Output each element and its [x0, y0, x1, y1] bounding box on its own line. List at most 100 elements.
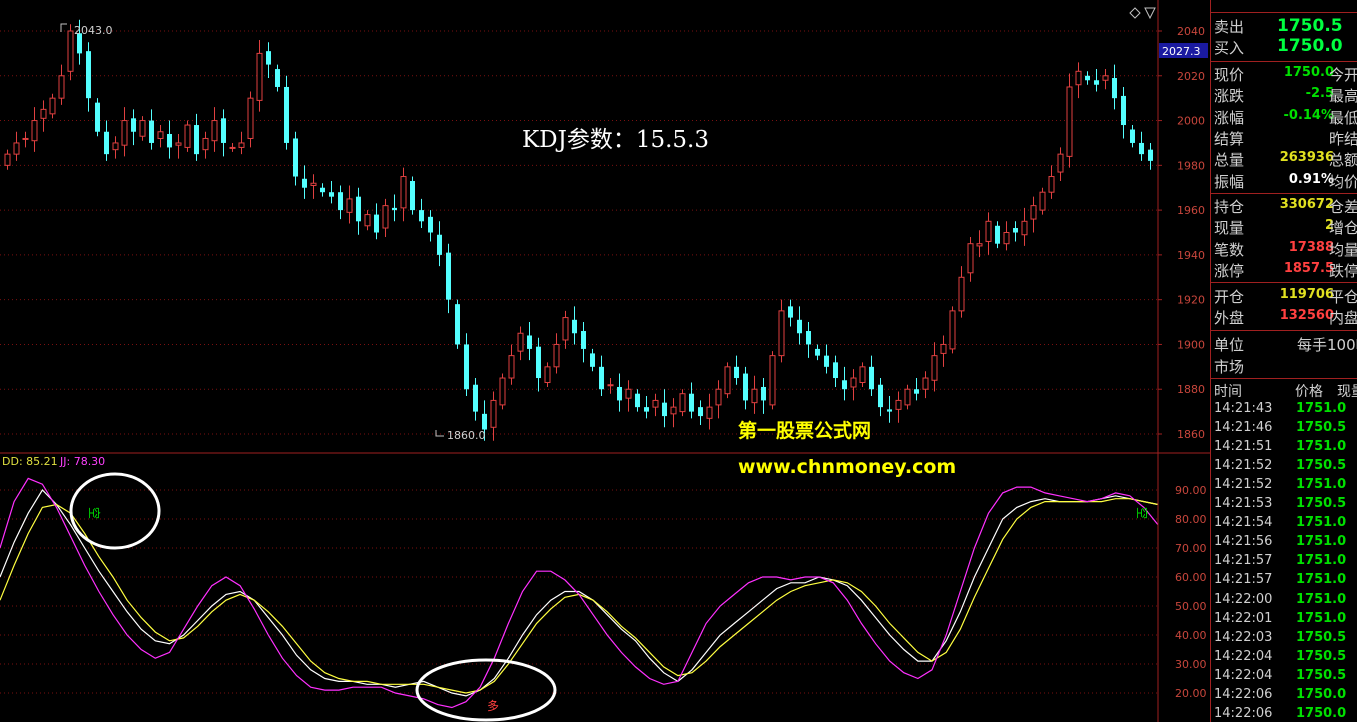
market-row: 市场: [1211, 355, 1357, 376]
unit-value: 每手100吨: [1297, 336, 1357, 354]
kline-chart-area[interactable]: 2040 2020 2000 1980 1960 1940 1920 1900 1880 1860…: [0, 0, 1210, 722]
candle-body-down: [86, 51, 91, 99]
price-tick-label: 1960: [1177, 204, 1205, 217]
tick-time: 14:21:53: [1214, 496, 1273, 512]
candle-body-up: [562, 317, 569, 341]
tick-price: 1750.5: [1296, 458, 1347, 474]
candle-body-up: [778, 310, 785, 357]
candle-body-down: [842, 380, 847, 390]
scroll-down-icon[interactable]: [1144, 7, 1156, 20]
tick-row[interactable]: 14:22:03 1750.5: [1211, 629, 1357, 648]
tick-price: 1750.5: [1296, 667, 1347, 683]
unit-label: 单位: [1214, 336, 1245, 354]
sell-row[interactable]: 卖出 1750.5: [1211, 15, 1357, 36]
quote-row-value: 132560: [1279, 308, 1334, 324]
candle-body-down: [572, 319, 577, 334]
candle-body-up: [985, 220, 992, 242]
quote-row-label: 持仓: [1214, 198, 1245, 216]
tick-row[interactable]: 14:21:54 1751.0: [1211, 514, 1357, 533]
candle-body-down: [284, 86, 289, 143]
short-signal-marker: 空: [87, 507, 101, 519]
panel-separator: [1211, 330, 1357, 331]
candle-body-up: [238, 142, 245, 148]
price-tick-label: 1880: [1177, 383, 1205, 396]
candle-body-down: [446, 252, 451, 300]
tick-row[interactable]: 14:21:57 1751.0: [1211, 571, 1357, 590]
buy-row[interactable]: 买入 1750.0: [1211, 36, 1357, 57]
tick-row[interactable]: 14:22:00 1751.0: [1211, 591, 1357, 610]
candle-body-up: [40, 108, 47, 119]
quote-row-label-secondary: 总额: [1329, 151, 1357, 170]
tick-row[interactable]: 14:21:46 1750.5: [1211, 419, 1357, 438]
tick-time: 14:22:04: [1214, 667, 1273, 683]
quote-row-label-secondary: 均量: [1329, 240, 1357, 259]
quote-row-value: 119706: [1279, 287, 1334, 302]
candle-body-up: [139, 120, 146, 137]
candle-body-down: [815, 348, 820, 356]
tick-row[interactable]: 14:22:06 1750.0: [1211, 705, 1357, 722]
candle-body-down: [95, 102, 100, 132]
low-marker-pointer: [435, 430, 444, 437]
candle-body-up: [1003, 232, 1010, 245]
tick-row[interactable]: 14:21:57 1751.0: [1211, 552, 1357, 571]
candle-body-up: [247, 97, 254, 139]
candlestick-series: [4, 19, 1153, 441]
candle-body-up: [931, 355, 938, 381]
tick-row[interactable]: 14:21:52 1750.5: [1211, 457, 1357, 476]
tick-price: 1750.5: [1296, 496, 1347, 512]
tick-row[interactable]: 14:22:04 1750.5: [1211, 667, 1357, 686]
quote-row-label: 笔数: [1214, 240, 1245, 259]
tick-time: 14:21:43: [1214, 401, 1273, 416]
watermark-url: www.chnmoney.com: [738, 456, 956, 478]
quote-row: 总量 263936 总额: [1211, 148, 1357, 169]
chart-canvas[interactable]: 2040 2020 2000 1980 1960 1940 1920 1900 1880 1860…: [0, 0, 1210, 722]
ticks-header-volume: 现量: [1337, 384, 1357, 400]
tick-row[interactable]: 14:22:06 1750.0: [1211, 686, 1357, 705]
tick-row[interactable]: 14:21:52 1751.0: [1211, 476, 1357, 495]
candle-body-down: [374, 214, 379, 233]
candle-body-up: [1048, 176, 1055, 193]
candle-body-up: [508, 355, 515, 379]
quote-panel: 卖出 1750.5 买入 1750.0 现价 1750.0 今开 涨跌 -2.5 最高 涨幅…: [1210, 0, 1357, 722]
candle-body-down: [581, 331, 586, 349]
quote-row: 现价 1750.0 今开: [1211, 63, 1357, 84]
candle-body-down: [878, 384, 883, 408]
candle-body-up: [4, 153, 11, 166]
tick-row[interactable]: 14:21:51 1751.0: [1211, 438, 1357, 457]
candle-body-down: [1013, 228, 1018, 233]
tick-row[interactable]: 14:21:43 1751.0: [1211, 400, 1357, 419]
indicator-tick-label: 90.00: [1175, 484, 1207, 497]
candle-body-down: [1139, 142, 1144, 155]
candle-body-up: [1057, 153, 1064, 173]
candle-body-up: [769, 355, 776, 406]
candle-body-down: [590, 353, 595, 367]
candle-body-up: [940, 343, 947, 354]
quote-row-label: 现价: [1214, 66, 1245, 84]
candle-body-up: [1021, 220, 1028, 236]
tick-price: 1750.5: [1296, 648, 1347, 664]
indicator-tick-label: 50.00: [1175, 600, 1207, 613]
kdj-parameter-annotation: KDJ参数：15.5.3: [522, 127, 709, 153]
quote-row-label-secondary: 仓差: [1329, 198, 1357, 216]
candle-body-up: [202, 137, 209, 151]
tick-row[interactable]: 14:21:53 1750.5: [1211, 495, 1357, 514]
high-marker: 2043.0: [74, 24, 113, 37]
diamond-icon[interactable]: [1129, 7, 1141, 19]
price-tick-label: 2000: [1177, 115, 1205, 128]
candle-body-down: [644, 407, 649, 412]
candle-body-down: [527, 335, 532, 349]
tick-row[interactable]: 14:22:01 1751.0: [1211, 610, 1357, 629]
quote-row-label: 振幅: [1214, 172, 1245, 191]
tick-row[interactable]: 14:22:04 1750.5: [1211, 648, 1357, 667]
candle-body-up: [922, 377, 929, 390]
candle-body-down: [194, 125, 199, 155]
candle-body-down: [788, 306, 793, 318]
candle-body-up: [706, 406, 713, 419]
tick-row[interactable]: 14:21:56 1751.0: [1211, 533, 1357, 552]
candle-body-up: [346, 198, 353, 213]
quote-row-label-secondary: 今开: [1329, 66, 1357, 84]
price-tick-label: 1920: [1177, 294, 1205, 307]
indicator-tick-label: 20.00: [1175, 687, 1207, 700]
candle-body-down: [293, 138, 298, 177]
candle-body-down: [329, 192, 334, 197]
